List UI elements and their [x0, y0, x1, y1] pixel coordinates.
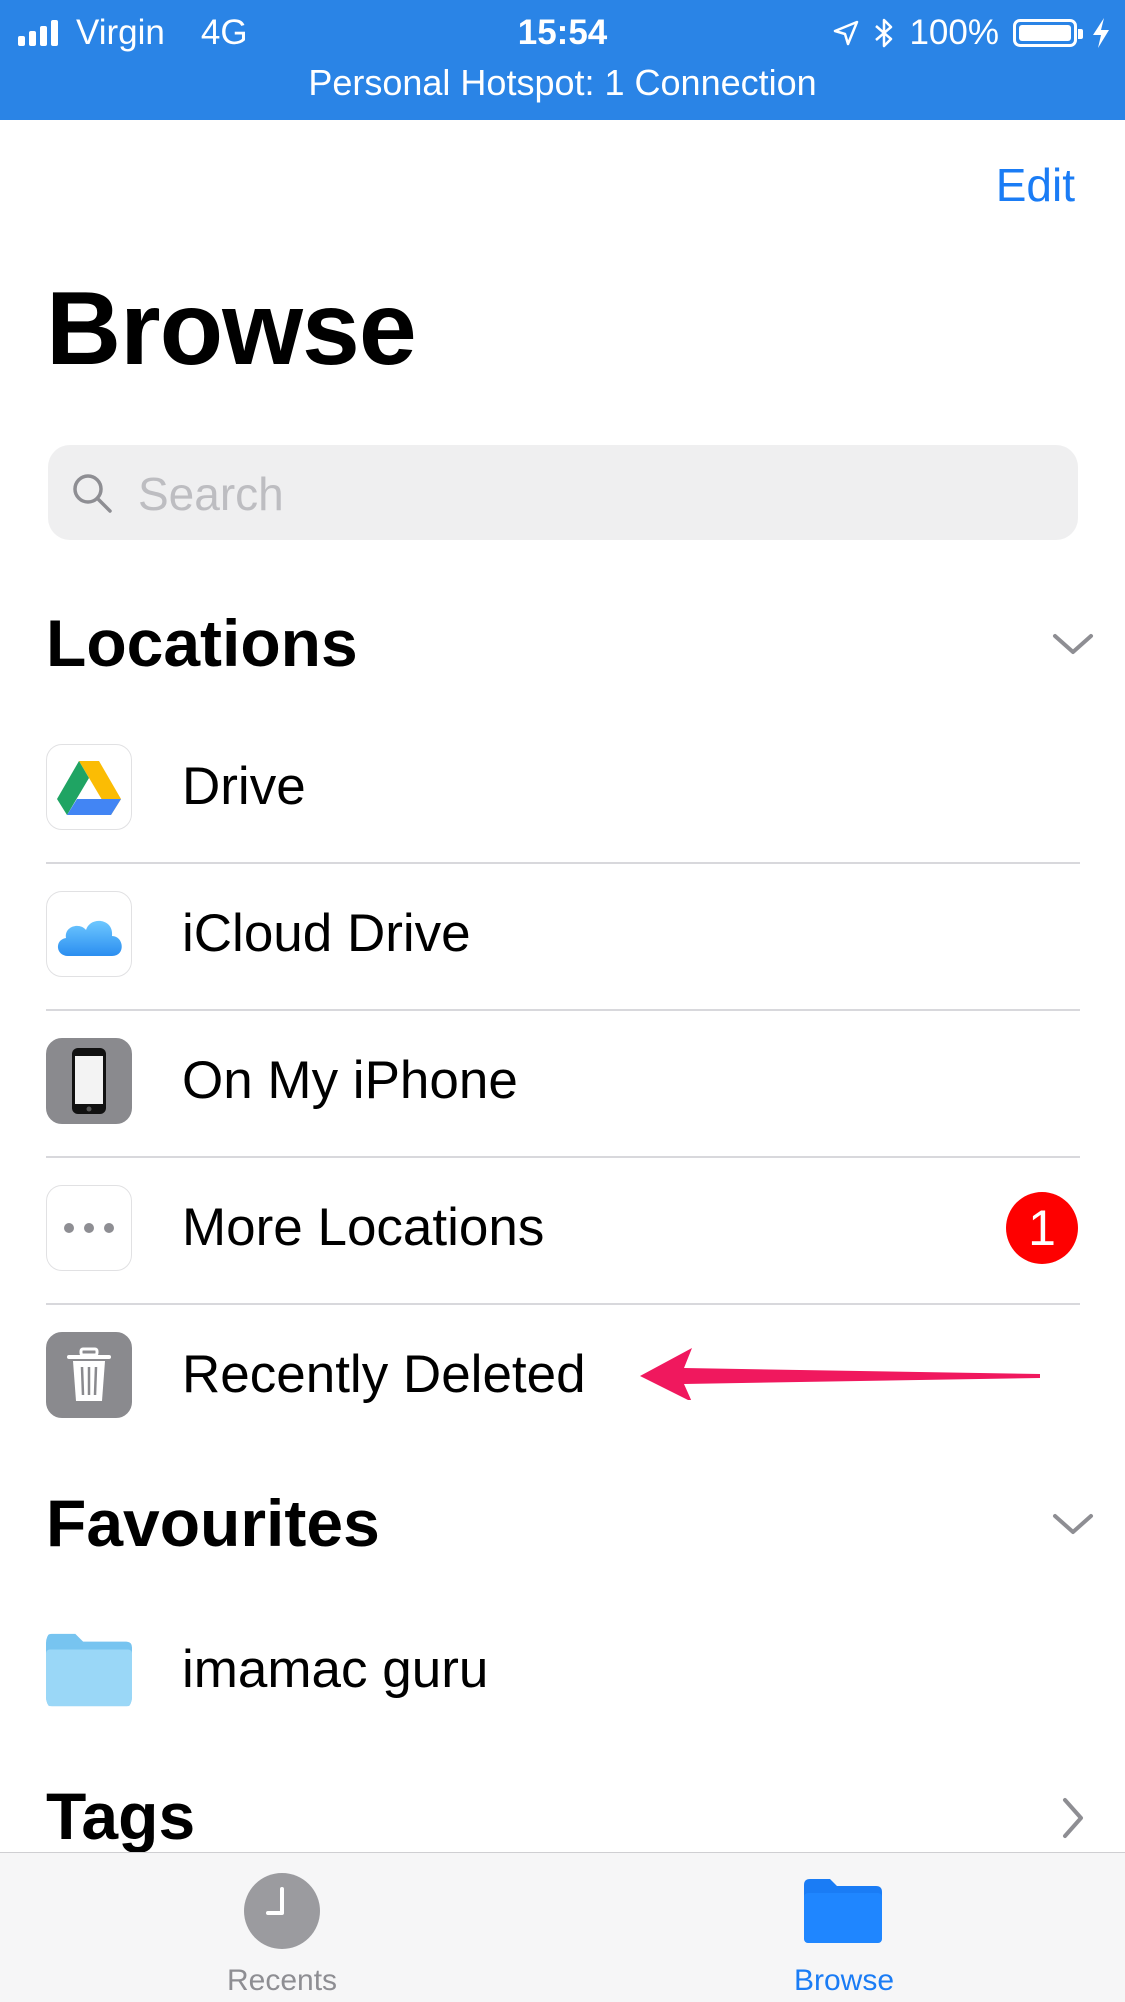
- search-input[interactable]: [136, 445, 1040, 542]
- folder-icon: [804, 1879, 882, 1943]
- location-item-more-locations[interactable]: More Locations 1: [46, 1146, 1080, 1292]
- locations-header[interactable]: Locations: [46, 605, 358, 681]
- annotation-arrow-icon: [640, 1348, 1040, 1400]
- clock-icon: [244, 1873, 320, 1949]
- status-bar: Virgin 4G 15:54 100% Personal Hotspot: 1…: [0, 0, 1125, 120]
- chevron-right-icon[interactable]: [1051, 1796, 1095, 1840]
- favourite-item[interactable]: imamac guru: [46, 1588, 1080, 1734]
- location-arrow-icon: [834, 20, 859, 46]
- bluetooth-icon: [875, 18, 893, 48]
- google-drive-icon: [46, 744, 132, 830]
- location-item-drive[interactable]: Drive: [46, 705, 1080, 851]
- chevron-down-icon[interactable]: [1051, 622, 1095, 666]
- location-item-on-my-iphone[interactable]: On My iPhone: [46, 999, 1080, 1145]
- tab-recents[interactable]: Recents: [132, 1853, 432, 2002]
- location-label: On My iPhone: [182, 1051, 518, 1110]
- tab-browse[interactable]: Browse: [694, 1853, 994, 2002]
- location-label: Recently Deleted: [182, 1345, 586, 1404]
- battery-icon: [1013, 19, 1083, 47]
- hotspot-banner[interactable]: Personal Hotspot: 1 Connection: [0, 62, 1125, 104]
- folder-icon: [46, 1627, 132, 1713]
- location-label: More Locations: [182, 1198, 545, 1257]
- iphone-icon: [46, 1038, 132, 1124]
- favourite-label: imamac guru: [182, 1640, 489, 1699]
- page-title: Browse: [46, 271, 417, 387]
- tab-label: Recents: [226, 1964, 338, 1997]
- location-label: iCloud Drive: [182, 904, 471, 963]
- location-label: Drive: [182, 757, 306, 816]
- icloud-icon: [46, 891, 132, 977]
- edit-button[interactable]: Edit: [996, 158, 1075, 212]
- battery-percent: 100%: [909, 13, 999, 52]
- notification-badge: 1: [1006, 1192, 1078, 1264]
- chevron-down-icon[interactable]: [1051, 1502, 1095, 1546]
- tags-header[interactable]: Tags: [46, 1778, 195, 1854]
- charging-bolt-icon: [1093, 18, 1109, 48]
- search-icon: [73, 474, 112, 513]
- location-item-icloud-drive[interactable]: iCloud Drive: [46, 852, 1080, 998]
- tab-label: Browse: [793, 1964, 895, 1997]
- more-icon: [46, 1185, 132, 1271]
- tab-bar: Recents Browse: [0, 1852, 1125, 2002]
- trash-icon: [46, 1332, 132, 1418]
- search-field[interactable]: [48, 445, 1078, 542]
- favourites-header[interactable]: Favourites: [46, 1485, 380, 1561]
